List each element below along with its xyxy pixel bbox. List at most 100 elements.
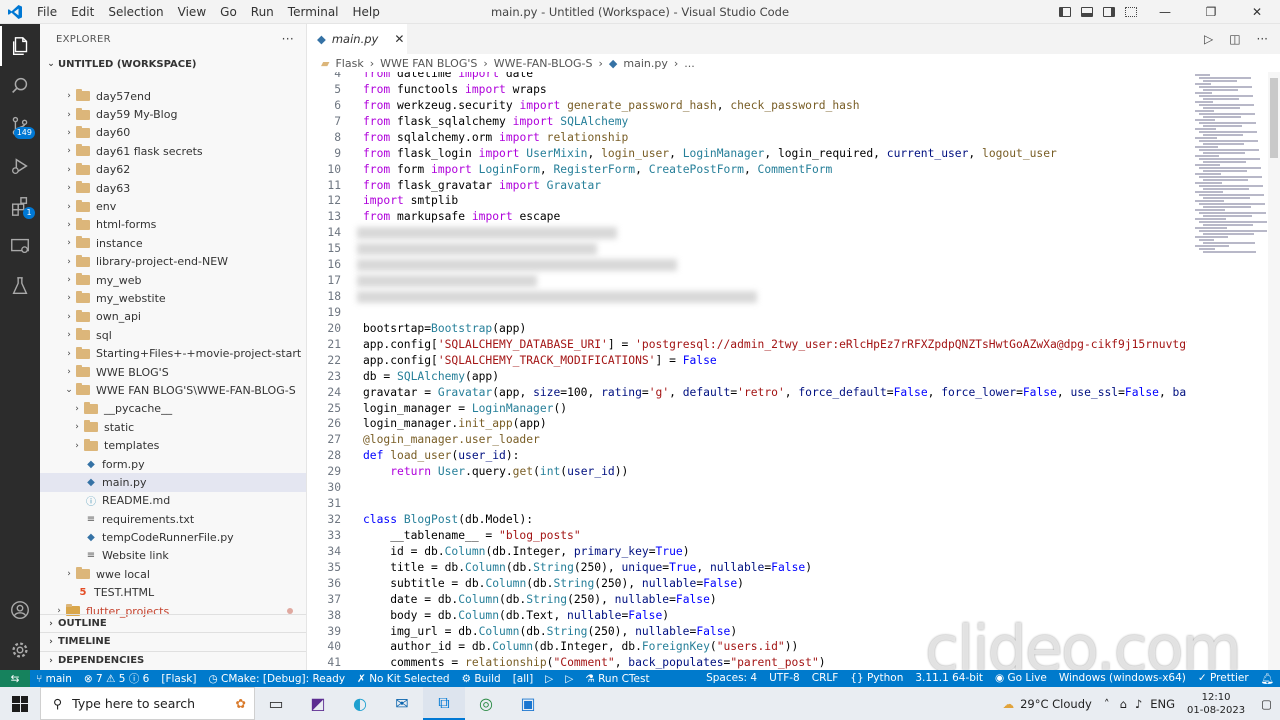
tree-item[interactable]: › __pycache__ (40, 400, 306, 418)
menu-go[interactable]: Go (213, 0, 244, 24)
app-mail-icon[interactable]: ✉ (381, 687, 423, 720)
section-timeline[interactable]: › TIMELINE (40, 632, 306, 650)
tree-item[interactable]: ◆ main.py (40, 473, 306, 492)
breadcrumb-item[interactable]: Flask (335, 57, 363, 70)
code-line[interactable]: 19 (307, 305, 1187, 321)
windows-start-icon[interactable] (0, 687, 40, 720)
status-prettier[interactable]: ✓ Prettier (1192, 672, 1255, 685)
code-line[interactable]: 25 login_manager = LoginManager() (307, 401, 1187, 417)
tab-main-py[interactable]: ◆ main.py ✕ (307, 24, 407, 54)
taskbar-clock[interactable]: 12:10 01-08-2023 (1179, 691, 1253, 717)
status-encoding[interactable]: UTF-8 (763, 672, 806, 685)
toggle-panel-icon[interactable] (1076, 0, 1098, 24)
tree-item[interactable]: › wwe local (40, 565, 306, 583)
code-line[interactable]: 11 from flask_gravatar import Gravatar (307, 178, 1187, 194)
tree-item[interactable]: ⌄ WWE FAN BLOG'S\WWE-FAN-BLOG-S (40, 381, 306, 399)
status-ctest[interactable]: ⚗ Run CTest (579, 673, 655, 685)
search-icon[interactable] (0, 66, 40, 106)
run-python-icon[interactable]: ▷ (1204, 32, 1213, 46)
tree-item[interactable]: ◆ tempCodeRunnerFile.py (40, 528, 306, 546)
tree-item[interactable]: › day57end (40, 87, 306, 105)
tree-item[interactable]: ≡ Website link (40, 547, 306, 565)
code-line[interactable]: 28 def load_user(user_id): (307, 448, 1187, 464)
code-line[interactable]: 33 __tablename__ = "blog_posts" (307, 528, 1187, 544)
manage-gear-icon[interactable] (0, 630, 40, 670)
tree-item[interactable]: › day60 (40, 124, 306, 142)
tree-item[interactable]: ⓘ README.md (40, 492, 306, 510)
tree-item[interactable]: › static (40, 418, 306, 436)
app-store-icon[interactable]: ▣ (507, 687, 549, 720)
tree-item[interactable]: › library-project-end-NEW (40, 253, 306, 271)
code-line[interactable]: 4 from datetime import date (307, 72, 1187, 82)
code-line[interactable]: 29 return User.query.get(int(user_id)) (307, 464, 1187, 480)
menu-edit[interactable]: Edit (64, 0, 101, 24)
status-debug-icon[interactable]: ▷ (539, 673, 559, 685)
tree-item[interactable]: › Starting+Files+-+movie-project-start (40, 344, 306, 362)
code-line[interactable]: 37 date = db.Column(db.String(250), null… (307, 592, 1187, 608)
menu-view[interactable]: View (171, 0, 213, 24)
status-language[interactable]: {} Python (844, 672, 909, 685)
breadcrumb-item[interactable]: WWE FAN BLOG'S (380, 57, 477, 70)
close-tab-icon[interactable]: ✕ (394, 32, 404, 46)
status-kit[interactable]: ✗ No Kit Selected (351, 673, 456, 685)
close-window-button[interactable]: ✕ (1234, 0, 1280, 24)
task-view-icon[interactable]: ▭ (255, 687, 297, 720)
code-line[interactable]: 23 db = SQLAlchemy(app) (307, 369, 1187, 385)
code-line[interactable]: 32 class BlogPost(db.Model): (307, 512, 1187, 528)
status-target[interactable]: [all] (507, 673, 539, 685)
editor-more-icon[interactable]: ··· (1257, 32, 1268, 46)
status-run-icon[interactable]: ▷ (559, 673, 579, 685)
tree-item[interactable]: › WWE BLOG'S (40, 363, 306, 381)
code-line[interactable]: 10 from form import LoginForm, RegisterFo… (307, 162, 1187, 178)
code-line[interactable]: 26 login_manager.init_app(app) (307, 416, 1187, 432)
code-line[interactable]: 20 bootsrtap=Bootstrap(app) (307, 321, 1187, 337)
extensions-icon[interactable]: 1 (0, 186, 40, 226)
minimap[interactable] (1187, 72, 1267, 670)
volume-icon[interactable]: ♪ (1135, 697, 1142, 711)
breadcrumb-item[interactable]: WWE-FAN-BLOG-S (494, 57, 593, 70)
status-problems[interactable]: ⊗ 7 ⚠ 5 ⓘ 6 (78, 671, 155, 686)
code-line[interactable]: 34 id = db.Column(db.Integer, primary_ke… (307, 544, 1187, 560)
notifications-bell-icon[interactable]: 🔔︎ (1255, 672, 1280, 685)
code-line[interactable]: 27 @login_manager.user_loader (307, 432, 1187, 448)
tree-item[interactable]: › my_webstite (40, 289, 306, 307)
tree-item[interactable]: › sql (40, 326, 306, 344)
tree-item[interactable]: › own_api (40, 308, 306, 326)
tree-item[interactable]: › instance (40, 234, 306, 252)
remote-indicator-icon[interactable]: ⇆ (0, 670, 30, 687)
code-line[interactable]: 31 (307, 496, 1187, 512)
code-line[interactable]: 30 (307, 480, 1187, 496)
code-line[interactable]: 5 from functools import wraps (307, 82, 1187, 98)
split-editor-icon[interactable]: ◫ (1229, 32, 1240, 46)
minimize-button[interactable]: — (1142, 0, 1188, 24)
tree-item[interactable]: › day62 (40, 161, 306, 179)
testing-icon[interactable] (0, 266, 40, 306)
menu-help[interactable]: Help (346, 0, 387, 24)
run-debug-icon[interactable] (0, 146, 40, 186)
status-interpreter[interactable]: 3.11.1 64-bit (909, 672, 989, 685)
code-line[interactable]: 8 from sqlalchemy.orm import relationship (307, 130, 1187, 146)
network-icon[interactable]: ⌂ (1120, 697, 1127, 711)
section-outline[interactable]: › OUTLINE (40, 614, 306, 632)
status-spaces[interactable]: Spaces: 4 (700, 672, 763, 685)
tree-item[interactable]: ◆ form.py (40, 455, 306, 473)
code-line[interactable]: 35 title = db.Column(db.String(250), uni… (307, 560, 1187, 576)
code-line[interactable]: 22 app.config['SQLALCHEMY_TRACK_MODIFICAT… (307, 353, 1187, 369)
tree-item[interactable]: › env (40, 197, 306, 215)
scrollbar-thumb[interactable] (1270, 78, 1278, 158)
restore-button[interactable]: ❐ (1188, 0, 1234, 24)
tree-item[interactable]: › html-forms (40, 216, 306, 234)
app-chrome-icon[interactable]: ◎ (465, 687, 507, 720)
status-env[interactable]: [Flask] (155, 673, 202, 685)
tray-chevron-up-icon[interactable]: ˄ (1104, 697, 1110, 711)
code-line[interactable]: 36 subtitle = db.Column(db.String(250), … (307, 576, 1187, 592)
weather-text[interactable]: 29°C Cloudy (1020, 697, 1092, 711)
menu-run[interactable]: Run (244, 0, 281, 24)
breadcrumb-item[interactable]: ... (684, 57, 695, 70)
app-vscode-icon[interactable]: ⧉ (423, 687, 465, 720)
accounts-icon[interactable] (0, 590, 40, 630)
section-dependencies[interactable]: › DEPENDENCIES (40, 651, 306, 669)
tree-item[interactable]: › my_web (40, 271, 306, 289)
tree-item[interactable]: › templates (40, 436, 306, 454)
status-platform[interactable]: Windows (windows-x64) (1053, 672, 1192, 685)
